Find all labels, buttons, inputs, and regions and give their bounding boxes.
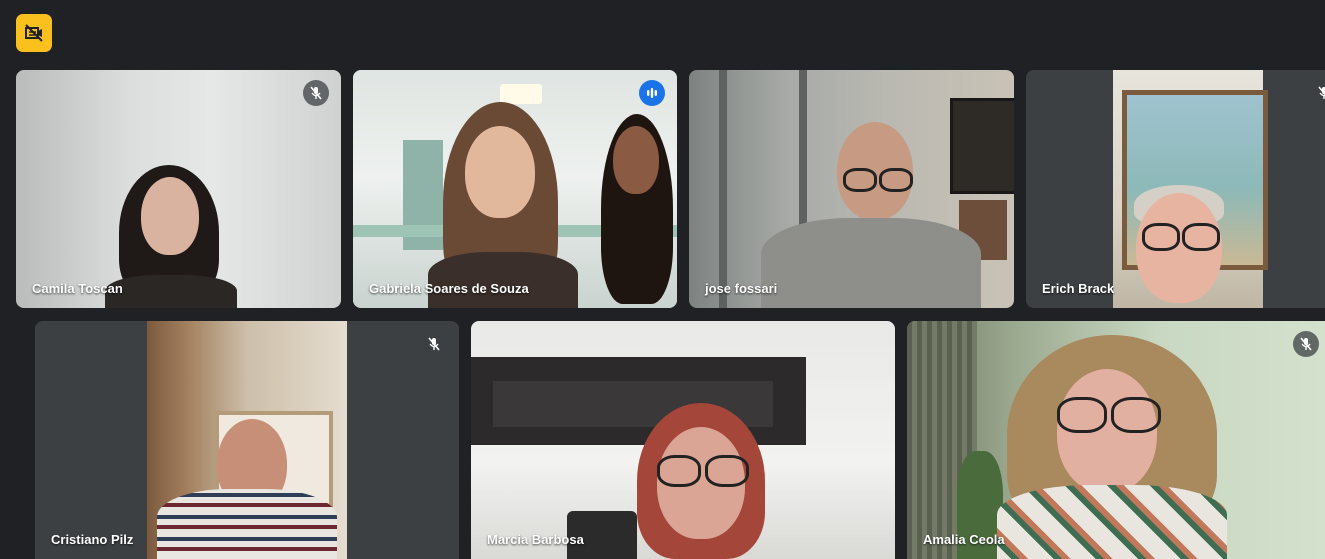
participant-name: Marcia Barbosa	[487, 532, 584, 547]
mic-off-icon	[310, 86, 322, 100]
participant-tile-cristiano-pilz[interactable]: Cristiano Pilz	[35, 321, 459, 559]
speaking-indicator	[639, 80, 665, 106]
camera-off-icon	[25, 24, 43, 42]
mic-off-indicator	[1293, 331, 1319, 357]
participant-name: Camila Toscan	[32, 281, 123, 296]
participant-name: Gabriela Soares de Souza	[369, 281, 529, 296]
mic-off-icon	[1300, 337, 1312, 351]
video-feed	[353, 70, 677, 308]
participant-tile-amalia-ceola[interactable]: Amalia Ceola	[907, 321, 1325, 559]
participant-tile-marcia-barbosa[interactable]: Marcia Barbosa	[471, 321, 895, 559]
participant-tile-camila-toscan[interactable]: Camila Toscan	[16, 70, 341, 308]
camera-off-badge[interactable]	[16, 14, 52, 52]
audio-level-icon	[647, 88, 657, 98]
video-feed	[907, 321, 1325, 559]
participant-name: Erich Brack	[1042, 281, 1115, 296]
participant-name: Amalia Ceola	[923, 532, 1005, 547]
participant-tile-gabriela-soares-de-souza[interactable]: Gabriela Soares de Souza	[353, 70, 677, 308]
mic-off-indicator	[421, 331, 447, 357]
participant-name: Cristiano Pilz	[51, 532, 134, 547]
mic-off-icon	[428, 337, 440, 351]
video-feed	[35, 321, 459, 559]
participant-name: jose fossari	[705, 281, 778, 296]
video-feed	[16, 70, 341, 308]
mic-off-indicator	[303, 80, 329, 106]
video-feed	[1026, 70, 1325, 308]
video-feed	[689, 70, 1014, 308]
participant-tile-erich-brack[interactable]: Erich Brack	[1026, 70, 1325, 308]
participant-tile-jose-fossari[interactable]: jose fossari	[689, 70, 1014, 308]
video-feed	[471, 321, 895, 559]
mic-off-icon	[1318, 86, 1325, 99]
